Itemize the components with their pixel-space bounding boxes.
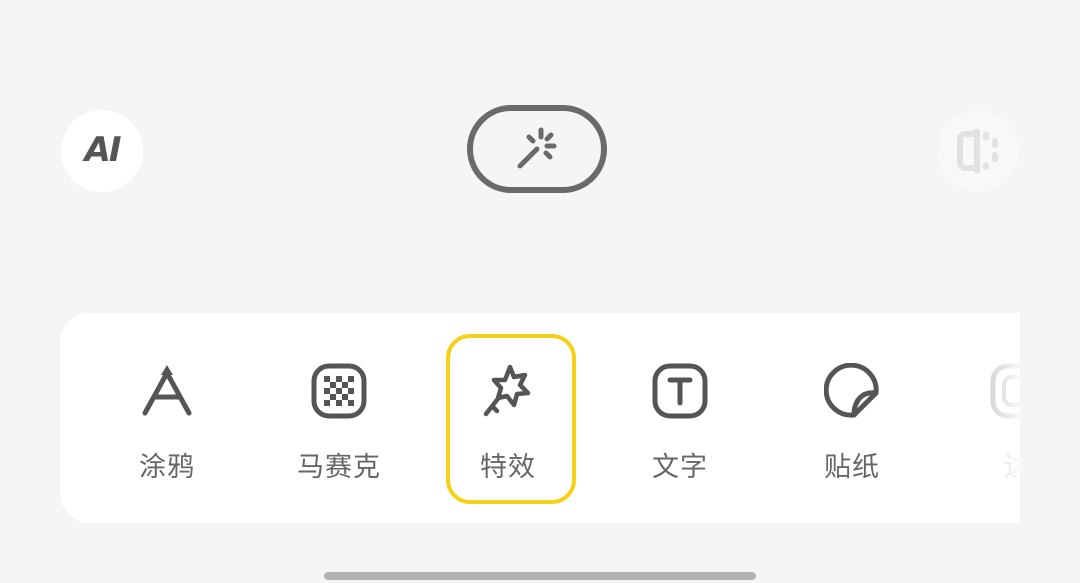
text-icon	[652, 363, 708, 419]
magic-wand-icon	[517, 127, 557, 169]
auto-enhance-button[interactable]	[467, 105, 607, 193]
tool-effects[interactable]: 特效	[443, 313, 576, 523]
tool-label: 马赛克	[297, 452, 381, 483]
tool-label: 贴纸	[824, 452, 880, 483]
sticker-icon	[824, 363, 880, 419]
tool-mosaic[interactable]: 马赛克	[274, 313, 404, 523]
tool-sticker[interactable]: 贴纸	[787, 313, 917, 523]
compare-button[interactable]	[937, 110, 1019, 192]
tool-text[interactable]: 文字	[615, 313, 745, 523]
ai-label: AI	[84, 130, 122, 170]
doodle-icon	[139, 363, 195, 419]
compare-icon	[957, 129, 998, 173]
tool-panel: 涂鸦 马赛克 特效 文字 贴纸 边	[60, 313, 1020, 523]
tool-label: 边	[1004, 452, 1020, 483]
mosaic-icon	[311, 363, 367, 419]
tool-label: 文字	[652, 452, 708, 483]
selected-indicator	[446, 334, 576, 504]
tool-border[interactable]: 边	[953, 313, 1020, 523]
tool-label: 涂鸦	[139, 452, 195, 483]
tool-doodle[interactable]: 涂鸦	[102, 313, 232, 523]
ai-button[interactable]: AI	[61, 110, 143, 192]
home-indicator[interactable]	[324, 572, 756, 580]
border-icon	[990, 363, 1020, 419]
